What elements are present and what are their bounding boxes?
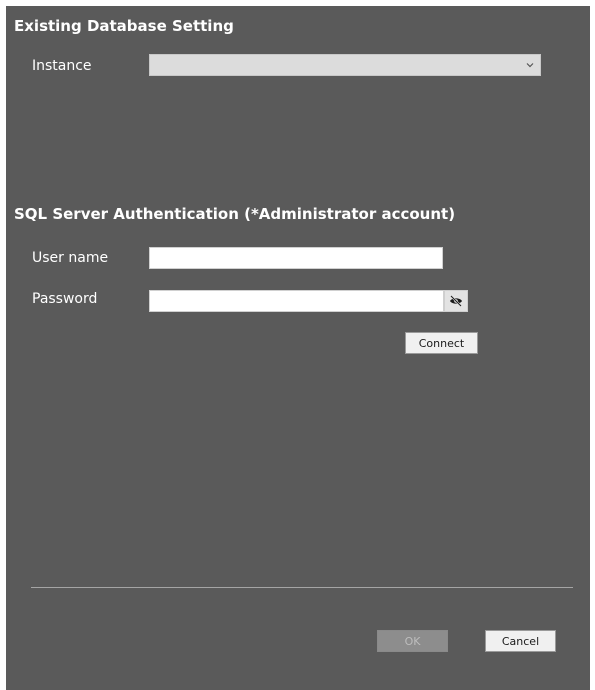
ok-button[interactable]: OK — [377, 630, 448, 652]
instance-label: Instance — [32, 58, 92, 74]
username-input[interactable] — [149, 247, 443, 269]
sql-auth-title: SQL Server Authentication (*Administrato… — [14, 205, 456, 223]
connect-button[interactable]: Connect — [405, 332, 478, 354]
footer-divider — [31, 587, 573, 588]
password-input[interactable] — [149, 290, 444, 312]
instance-dropdown[interactable] — [149, 54, 541, 76]
eye-slash-icon — [450, 295, 462, 307]
database-setting-dialog: Existing Database Setting Instance SQL S… — [6, 6, 590, 690]
chevron-down-icon — [526, 63, 534, 68]
cancel-button[interactable]: Cancel — [485, 630, 556, 652]
show-password-button[interactable] — [444, 290, 468, 312]
existing-database-title: Existing Database Setting — [14, 17, 234, 35]
password-label: Password — [32, 291, 98, 307]
username-label: User name — [32, 250, 109, 266]
